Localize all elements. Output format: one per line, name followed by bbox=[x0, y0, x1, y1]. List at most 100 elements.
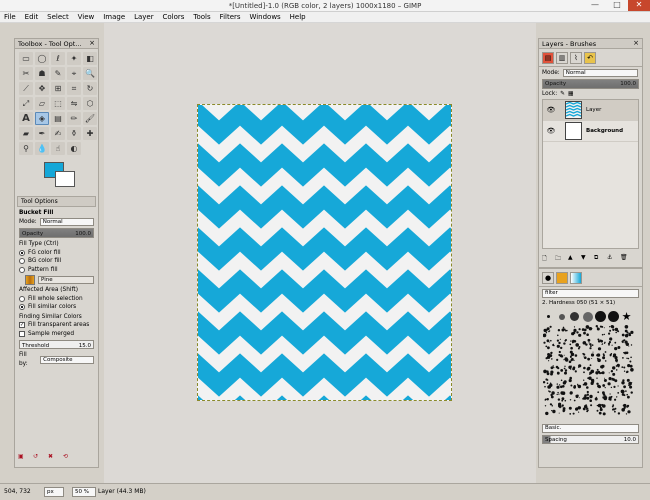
duplicate-layer-icon[interactable]: ⧉ bbox=[594, 254, 604, 263]
select-by-color-tool-icon[interactable]: ◧ bbox=[83, 52, 97, 65]
ink-tool-icon[interactable]: ✍ bbox=[51, 127, 65, 140]
brush-filter-input[interactable]: filter bbox=[542, 289, 639, 298]
raise-layer-icon[interactable]: ▲ bbox=[568, 254, 578, 263]
channels-tab-icon[interactable]: ▥ bbox=[556, 52, 568, 64]
image-canvas[interactable] bbox=[197, 104, 452, 401]
unit-select[interactable]: px bbox=[44, 487, 64, 497]
scissors-tool-icon[interactable]: ✂ bbox=[19, 67, 33, 80]
zoom-tool-icon[interactable]: 🔍 bbox=[83, 67, 97, 80]
menu-tools[interactable]: Tools bbox=[189, 12, 213, 21]
close-panel-icon[interactable]: × bbox=[633, 39, 639, 47]
brush-preset-select[interactable]: Basic. bbox=[542, 424, 639, 433]
crop-tool-icon[interactable]: ⌗ bbox=[67, 82, 81, 95]
lock-alpha-icon[interactable]: ▦ bbox=[568, 91, 573, 97]
fill-type-pattern[interactable]: Pattern fill bbox=[19, 266, 94, 275]
menu-filters[interactable]: Filters bbox=[216, 12, 244, 21]
brushes-tab-icon[interactable]: ● bbox=[542, 272, 554, 284]
new-group-icon[interactable]: 🗀 bbox=[555, 254, 565, 263]
smudge-tool-icon[interactable]: ☝ bbox=[51, 142, 65, 155]
minimize-button[interactable]: — bbox=[584, 0, 606, 11]
eraser-tool-icon[interactable]: ▰ bbox=[19, 127, 33, 140]
menu-help[interactable]: Help bbox=[286, 12, 309, 21]
fill-transparent-checkbox[interactable]: ✓ Fill transparent areas bbox=[19, 321, 94, 330]
dodge-burn-tool-icon[interactable]: ◐ bbox=[67, 142, 81, 155]
blur-tool-icon[interactable]: 💧 bbox=[35, 142, 49, 155]
flip-tool-icon[interactable]: ⇋ bbox=[67, 97, 81, 110]
brush-swatch[interactable] bbox=[556, 311, 567, 322]
brush-swatch[interactable] bbox=[582, 311, 593, 322]
menu-file[interactable]: File bbox=[0, 12, 19, 21]
menu-image[interactable]: Image bbox=[99, 12, 128, 21]
eye-icon[interactable]: 👁 bbox=[545, 106, 557, 114]
background-color-swatch[interactable] bbox=[55, 171, 75, 187]
brush-swatch[interactable] bbox=[595, 311, 606, 322]
fill-by-select[interactable]: Composite bbox=[40, 355, 94, 364]
shear-tool-icon[interactable]: ▱ bbox=[35, 97, 49, 110]
menu-colors[interactable]: Colors bbox=[159, 12, 188, 21]
clone-tool-icon[interactable]: ⚱ bbox=[67, 127, 81, 140]
heal-tool-icon[interactable]: ✚ bbox=[83, 127, 97, 140]
lower-layer-icon[interactable]: ▼ bbox=[581, 254, 591, 263]
align-tool-icon[interactable]: ⊞ bbox=[51, 82, 65, 95]
close-panel-icon[interactable]: × bbox=[89, 39, 95, 47]
perspective-tool-icon[interactable]: ⬚ bbox=[51, 97, 65, 110]
brush-swatch[interactable] bbox=[569, 311, 580, 322]
layer-row[interactable]: 👁 Layer bbox=[543, 100, 638, 121]
opacity-slider[interactable]: Opacity 100.0 bbox=[19, 228, 94, 238]
perspective-clone-tool-icon[interactable]: ⚲ bbox=[19, 142, 33, 155]
menu-layer[interactable]: Layer bbox=[130, 12, 157, 21]
patterns-tab-icon[interactable] bbox=[556, 272, 568, 284]
mode-select[interactable]: Normal bbox=[39, 217, 94, 226]
paintbrush-tool-icon[interactable]: 🖌 bbox=[83, 112, 97, 125]
layer-row[interactable]: 👁 Background bbox=[543, 121, 638, 142]
sample-merged-checkbox[interactable]: Sample merged bbox=[19, 330, 94, 339]
menu-select[interactable]: Select bbox=[43, 12, 72, 21]
move-tool-icon[interactable]: ✥ bbox=[35, 82, 49, 95]
fill-type-bg[interactable]: BG color fill bbox=[19, 257, 94, 266]
reset-options-icon[interactable]: ⟲ bbox=[63, 453, 73, 461]
maximize-button[interactable]: □ bbox=[606, 0, 628, 11]
text-tool-icon[interactable]: A bbox=[19, 112, 33, 125]
fill-similar-colors[interactable]: Fill similar colors bbox=[19, 303, 94, 312]
paths-tool-icon[interactable]: ✎ bbox=[51, 67, 65, 80]
paths-tab-icon[interactable]: ⌇ bbox=[570, 52, 582, 64]
undo-tab-icon[interactable]: ↶ bbox=[584, 52, 596, 64]
rect-select-tool-icon[interactable]: ▭ bbox=[19, 52, 33, 65]
free-select-tool-icon[interactable]: ℓ bbox=[51, 52, 65, 65]
ellipse-select-tool-icon[interactable]: ◯ bbox=[35, 52, 49, 65]
close-button[interactable]: ✕ bbox=[628, 0, 650, 11]
fill-type-fg[interactable]: FG color fill bbox=[19, 249, 94, 258]
layers-tab-icon[interactable]: ▤ bbox=[542, 52, 554, 64]
fuzzy-select-tool-icon[interactable]: ✦ bbox=[67, 52, 81, 65]
restore-options-icon[interactable]: ↺ bbox=[33, 453, 43, 461]
bucket-fill-tool-icon[interactable]: ◈ bbox=[35, 112, 49, 125]
tool-options-tab[interactable]: Tool Options bbox=[17, 196, 96, 207]
blend-tool-icon[interactable]: ▤ bbox=[51, 112, 65, 125]
cage-tool-icon[interactable]: ⬡ bbox=[83, 97, 97, 110]
anchor-layer-icon[interactable]: ⚓ bbox=[607, 254, 617, 263]
brush-swatch[interactable]: ★ bbox=[621, 310, 632, 323]
threshold-slider[interactable]: Threshold 15.0 bbox=[19, 340, 94, 349]
brush-swatch[interactable] bbox=[543, 311, 554, 322]
layer-opacity-slider[interactable]: Opacity 100.0 bbox=[542, 79, 639, 89]
brush-swatch[interactable] bbox=[608, 311, 619, 322]
pencil-tool-icon[interactable]: ✏ bbox=[67, 112, 81, 125]
menu-windows[interactable]: Windows bbox=[245, 12, 283, 21]
zoom-select[interactable]: 50 % bbox=[72, 487, 96, 497]
airbrush-tool-icon[interactable]: ✒ bbox=[35, 127, 49, 140]
new-layer-icon[interactable]: 🗋 bbox=[542, 254, 552, 263]
measure-tool-icon[interactable]: ⟋ bbox=[19, 82, 33, 95]
spacing-slider[interactable]: Spacing 10.0 bbox=[542, 435, 639, 444]
lock-pixels-icon[interactable]: ✎ bbox=[560, 91, 565, 97]
fill-whole-selection[interactable]: Fill whole selection bbox=[19, 295, 94, 304]
foreground-select-tool-icon[interactable]: ☗ bbox=[35, 67, 49, 80]
pattern-swatch[interactable] bbox=[25, 275, 35, 285]
save-options-icon[interactable]: ▣ bbox=[18, 453, 28, 461]
scale-tool-icon[interactable]: ⤢ bbox=[19, 97, 33, 110]
menu-view[interactable]: View bbox=[74, 12, 98, 21]
menu-edit[interactable]: Edit bbox=[21, 12, 42, 21]
color-picker-tool-icon[interactable]: ⌖ bbox=[67, 67, 81, 80]
eye-icon[interactable]: 👁 bbox=[545, 127, 557, 135]
gradients-tab-icon[interactable] bbox=[570, 272, 582, 284]
rotate-tool-icon[interactable]: ↻ bbox=[83, 82, 97, 95]
